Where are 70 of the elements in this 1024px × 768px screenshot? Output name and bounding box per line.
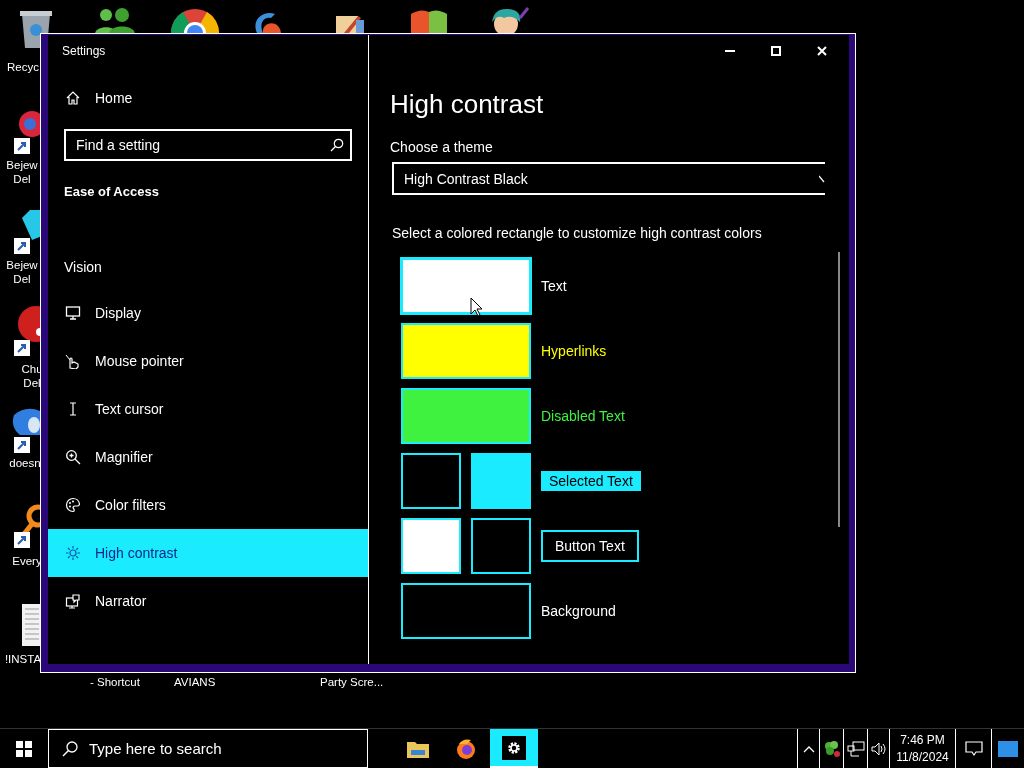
nav-item[interactable]: Text cursor	[48, 385, 368, 433]
color-swatch[interactable]	[401, 583, 531, 639]
nav-item[interactable]: Color filters	[48, 481, 368, 529]
scrollbar[interactable]	[838, 252, 840, 527]
desktop-preview-icon	[998, 740, 1018, 757]
search-field[interactable]: Find a setting	[64, 129, 352, 161]
chevron-down-icon	[819, 174, 825, 183]
speech-monitor-icon	[65, 593, 81, 609]
theme-dropdown[interactable]: High Contrast Black	[392, 162, 825, 195]
color-swatch[interactable]	[401, 453, 461, 509]
network-button[interactable]	[843, 729, 867, 768]
taskbar-app-button[interactable]	[490, 729, 538, 768]
field-label: Choose a theme	[390, 139, 493, 155]
color-label: Background	[541, 603, 616, 619]
desktop-icon-label: doesn	[8, 456, 42, 470]
document-icon[interactable]	[22, 604, 42, 646]
zoom-in-icon	[65, 449, 81, 465]
nav-item[interactable]: High contrast	[48, 529, 368, 577]
color-swatch[interactable]	[471, 453, 531, 509]
clover-icon	[822, 739, 841, 758]
color-swatch[interactable]	[401, 323, 531, 379]
home-nav-item[interactable]: Home	[48, 74, 368, 122]
window-title: Settings	[62, 44, 106, 58]
close-icon	[817, 46, 827, 56]
instruction-text: Select a colored rectangle to customize high contrast colors	[392, 225, 762, 241]
color-swatch[interactable]	[401, 388, 531, 444]
desktop-icon-label: Bejew Del	[5, 258, 39, 286]
speech-bubble-icon	[964, 740, 983, 757]
taskbar-search-field[interactable]: Type here to search	[48, 729, 368, 768]
search-icon	[330, 138, 344, 152]
speaker-icon	[870, 741, 887, 756]
group-title: Vision	[64, 259, 102, 275]
four-squares-icon	[16, 740, 32, 757]
page-heading: High contrast	[390, 89, 544, 120]
nav-item[interactable]: Narrator	[48, 577, 368, 625]
nav-item[interactable]: Magnifier	[48, 433, 368, 481]
monitor-icon	[65, 305, 81, 321]
tray-app-button[interactable]	[819, 729, 843, 768]
desktop-icon-label: !INSTA	[4, 652, 42, 666]
desktop-icon-label: Bejew Del	[5, 158, 39, 186]
folder-icon	[407, 739, 429, 758]
desktop-icon-label: Recyc	[6, 60, 40, 74]
color-swatch[interactable]	[401, 518, 461, 574]
nav-item[interactable]: Mouse pointer	[48, 337, 368, 385]
maximize-icon	[771, 46, 781, 56]
section-title: Ease of Access	[64, 184, 159, 199]
color-label: Text	[541, 278, 567, 294]
color-swatch[interactable]	[401, 258, 531, 314]
color-label: Selected Text	[541, 471, 641, 491]
minimize-icon	[725, 50, 735, 52]
color-label: Hyperlinks	[541, 343, 607, 359]
two-figures-icon[interactable]	[93, 8, 137, 34]
gear-icon	[502, 735, 526, 760]
chevron-up-icon	[802, 744, 815, 753]
fox-globe-icon	[455, 737, 477, 760]
search-icon	[62, 741, 78, 757]
mouse-cursor-icon	[470, 297, 483, 317]
nav-item[interactable]: Display	[48, 289, 368, 337]
desktop-icon-label: Party Scre...	[320, 675, 384, 689]
home-icon	[65, 90, 81, 106]
color-label: Disabled Text	[541, 408, 625, 424]
color-swatch[interactable]	[471, 518, 531, 574]
paint-brush-icon[interactable]	[334, 14, 366, 33]
desktop-icon-label: AVIANS	[174, 675, 216, 689]
network-icon	[846, 740, 865, 757]
sun-icon	[65, 545, 81, 561]
volume-button[interactable]	[867, 729, 889, 768]
color-label: Button Text	[541, 530, 639, 562]
palette-icon	[65, 497, 81, 513]
desktop-icon-label: - Shortcut	[90, 675, 140, 689]
